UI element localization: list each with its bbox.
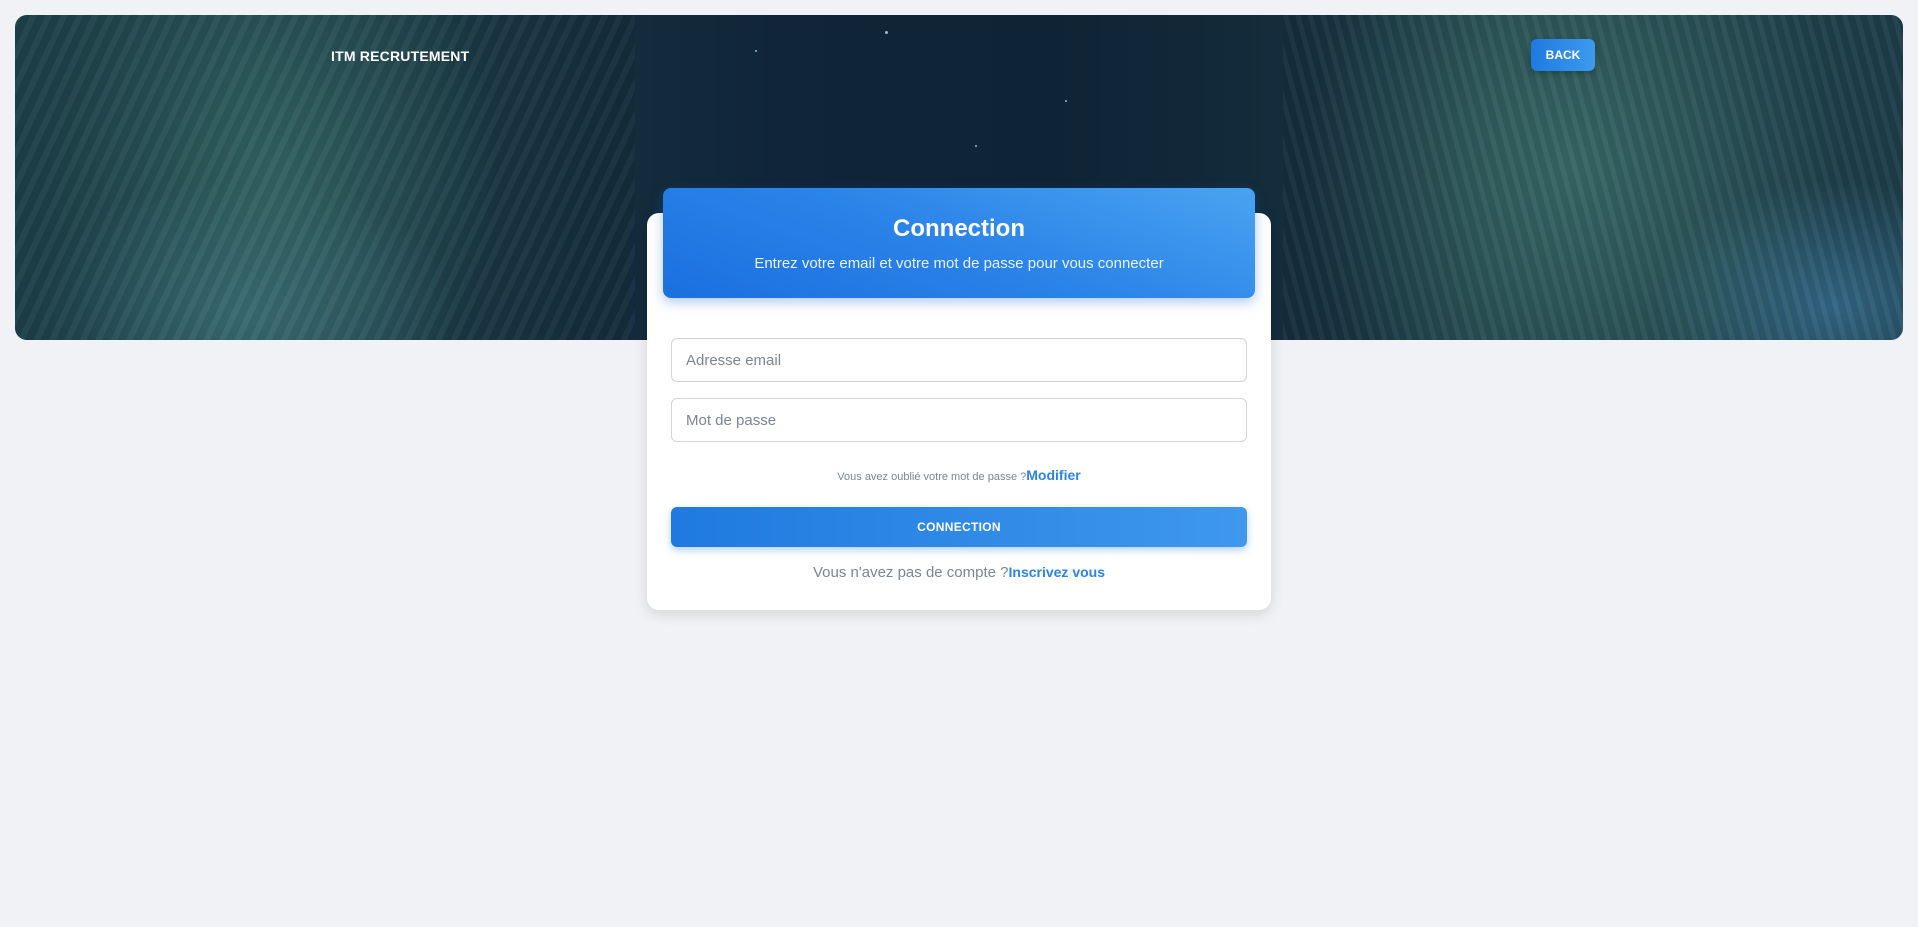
- login-card-header: Connection Entrez votre email et votre m…: [663, 188, 1255, 298]
- modify-password-link[interactable]: Modifier: [1026, 467, 1080, 483]
- login-title: Connection: [893, 215, 1025, 242]
- forgot-password-row: Vous avez oublié votre mot de passe ?Mod…: [671, 467, 1247, 483]
- back-button[interactable]: BACK: [1531, 39, 1595, 71]
- star-decoration: [755, 50, 757, 52]
- signup-row: Vous n'avez pas de compte ?Inscrivez vou…: [671, 564, 1247, 581]
- login-page: ITM RECRUTEMENT BACK Connection Entrez v…: [0, 0, 1918, 927]
- hero-image-left-cliff: [15, 15, 635, 340]
- star-decoration: [1065, 100, 1067, 102]
- brand-logo-text[interactable]: ITM RECRUTEMENT: [331, 48, 469, 64]
- email-field[interactable]: [671, 338, 1247, 382]
- signup-text: Vous n'avez pas de compte ?: [813, 564, 1009, 581]
- connection-button[interactable]: CONNECTION: [671, 507, 1247, 547]
- password-field[interactable]: [671, 398, 1247, 442]
- star-decoration: [975, 145, 977, 147]
- login-subtitle: Entrez votre email et votre mot de passe…: [754, 255, 1164, 272]
- star-decoration: [885, 31, 888, 34]
- forgot-password-text: Vous avez oublié votre mot de passe ?: [837, 471, 1027, 483]
- signup-link[interactable]: Inscrivez vous: [1009, 564, 1106, 580]
